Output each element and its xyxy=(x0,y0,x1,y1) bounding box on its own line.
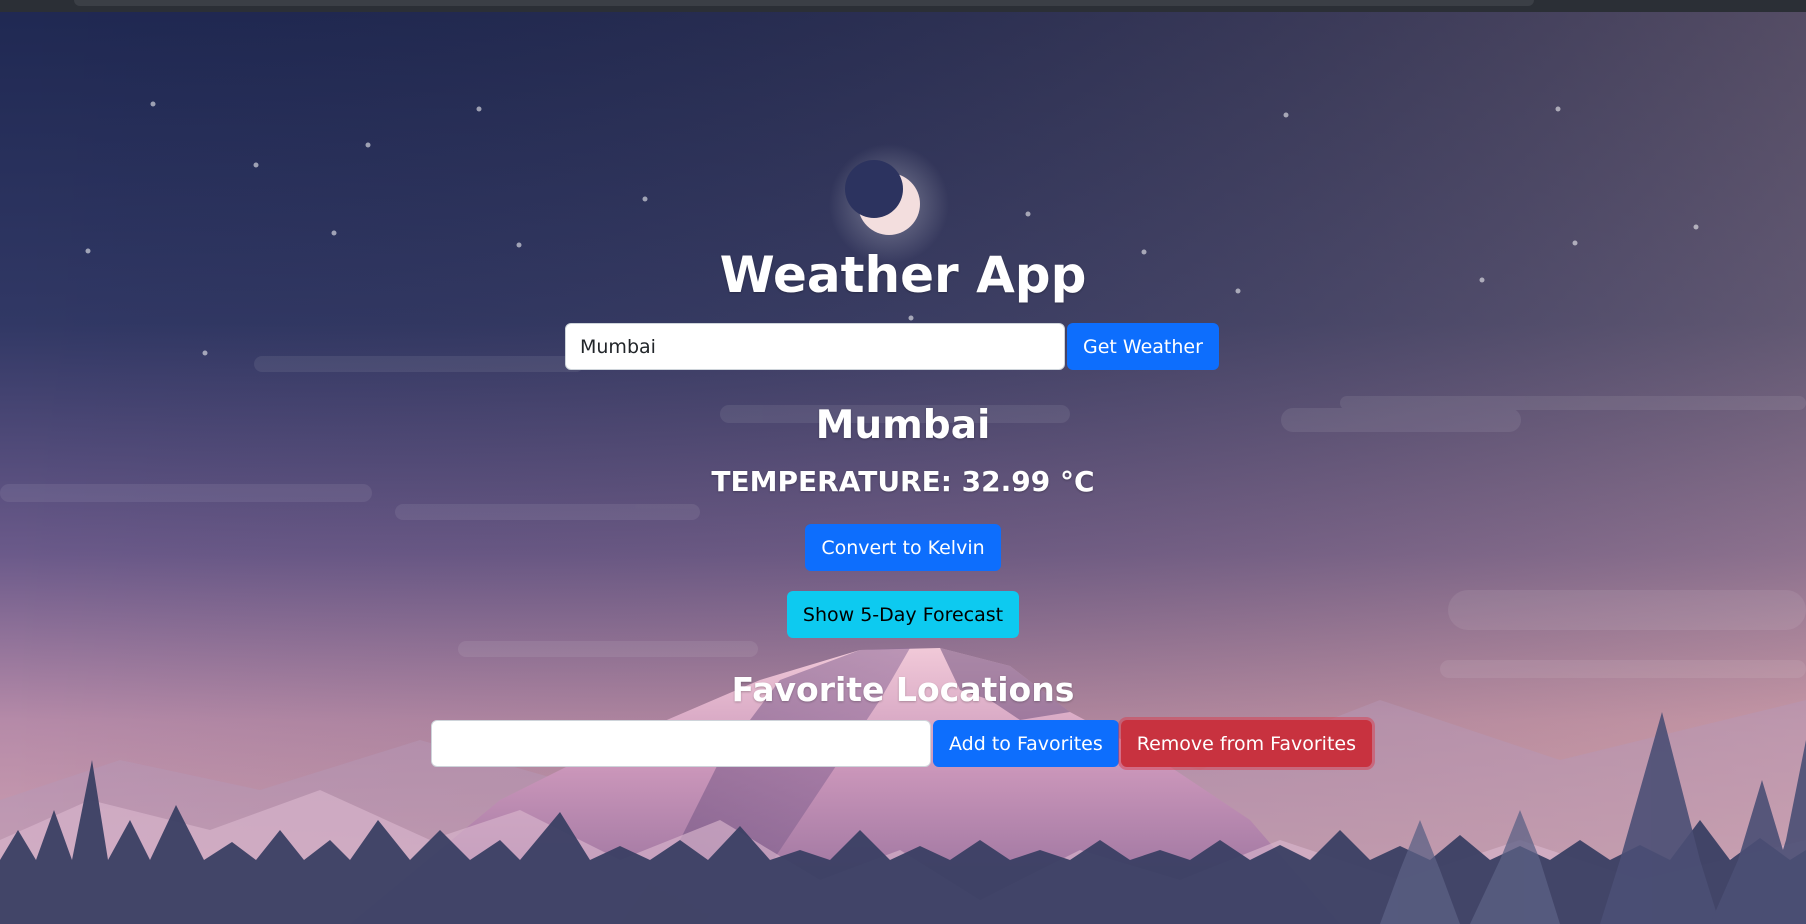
convert-to-kelvin-button[interactable]: Convert to Kelvin xyxy=(805,524,1001,571)
search-bar: Get Weather xyxy=(565,323,1219,370)
city-name: Mumbai xyxy=(815,403,991,448)
city-search-input[interactable] xyxy=(565,323,1065,370)
temperature-readout: TEMPERATURE: 32.99 °C xyxy=(711,465,1095,498)
forecast-row: Show 5-Day Forecast xyxy=(0,591,1806,638)
weather-app: Weather App Get Weather Mumbai TEMPERATU… xyxy=(0,0,1806,924)
favorites-controls: Add to Favorites Remove from Favorites xyxy=(431,720,1372,767)
add-to-favorites-button[interactable]: Add to Favorites xyxy=(933,720,1119,767)
remove-from-favorites-button[interactable]: Remove from Favorites xyxy=(1120,720,1372,767)
page-title: Weather App xyxy=(719,246,1087,304)
favorite-location-input[interactable] xyxy=(431,720,931,767)
show-forecast-button[interactable]: Show 5-Day Forecast xyxy=(786,591,1020,638)
main-content: Weather App Get Weather Mumbai TEMPERATU… xyxy=(0,0,1806,924)
get-weather-button[interactable]: Get Weather xyxy=(1067,323,1219,370)
convert-row: Convert to Kelvin xyxy=(0,524,1806,571)
favorites-title: Favorite Locations xyxy=(731,670,1075,709)
